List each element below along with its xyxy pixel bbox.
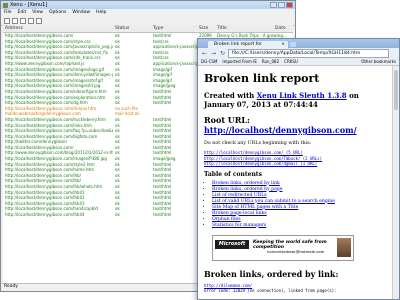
col-title[interactable]: Title (217, 26, 227, 31)
address-bar[interactable]: file:///C:/Users/denny/AppData/Local/Tem… (228, 48, 389, 58)
bookmark-item[interactable]: Imported From IE (222, 58, 256, 65)
check-icon[interactable] (20, 17, 26, 24)
tab-report[interactable]: Broken link report for × (208, 41, 288, 48)
xenu-link[interactable]: Xenu Link Sleuth 1.3.8 (257, 91, 347, 100)
new-tab-button[interactable] (290, 42, 296, 47)
close-button[interactable] (286, 2, 293, 8)
tab-title: Broken link report for (214, 42, 262, 47)
xenu-menubar: File Edit View Options Window Help (1, 9, 295, 16)
advert-logo: Microsoft (215, 239, 249, 249)
report-heading: Broken link report (204, 72, 320, 85)
navigation-bar: ← → ↻ file:///C:/Users/denny/AppData/Loc… (198, 48, 399, 58)
scrollbar-thumb[interactable] (394, 70, 398, 110)
stop-icon[interactable] (36, 17, 42, 24)
toc-heading: Table of contents (204, 170, 262, 178)
row-status: ok (115, 212, 120, 217)
xenu-app-icon (3, 2, 8, 8)
created-line: Created with Xenu Link Sleuth 1.3.8 on J… (204, 91, 387, 109)
broken-link-error: error code: 12029 (no connection), linke… (204, 288, 337, 293)
menu-window[interactable]: Window (72, 10, 90, 15)
col-address[interactable]: Address (5, 26, 23, 31)
xenu-title: Xenu - [Xenu1] (10, 2, 48, 8)
bookmark-item[interactable]: DG-CSM (201, 58, 217, 65)
toc-link[interactable]: List of valid URLs you can submit to a s… (212, 199, 335, 204)
exclusion-item[interactable]: http://localhost/dennygibson.com/dgmail … (204, 161, 387, 167)
advert-email: nomoretutbear@hotmale.com (267, 248, 325, 254)
toc-list: Broken links, ordered by link Broken lin… (212, 181, 387, 229)
root-url-link[interactable]: http://localhost/dennygibson.com/ (204, 125, 357, 135)
exclusion-note: Do not check any URLs beginning with thi… (204, 141, 312, 146)
maximize-button[interactable] (278, 2, 285, 8)
created-prefix: Created with (204, 91, 257, 100)
browser-window: Broken link report for × ← → ↻ file:///C… (197, 38, 400, 300)
forward-icon[interactable]: → (210, 50, 217, 57)
broken-links-heading: Broken links, ordered by link: (204, 268, 339, 279)
col-type[interactable]: Type (153, 26, 163, 31)
xenu-titlebar: Xenu - [Xenu1] (1, 1, 295, 9)
minimize-button[interactable] (270, 2, 277, 8)
save-icon[interactable] (12, 17, 18, 24)
menu-file[interactable]: File (4, 10, 12, 15)
toc-link[interactable]: Broken page-local links (212, 211, 267, 216)
exclusion-list: http://localhost/dennygibson.com/ (5 URL… (204, 150, 387, 167)
toc-link[interactable]: Orphan files (212, 217, 241, 222)
toc-link[interactable]: Site Map of HTML pages with a Title (212, 205, 298, 210)
col-date[interactable]: Date (275, 26, 286, 31)
tab-close-icon[interactable]: × (281, 41, 285, 48)
tab-strip: Broken link report for × (198, 39, 399, 48)
root-prefix: Root URL: (204, 115, 251, 125)
report-page: Broken link report Created with Xenu Lin… (198, 66, 393, 299)
menu-help[interactable]: Help (96, 10, 106, 15)
back-icon[interactable]: ← (201, 50, 208, 57)
col-size[interactable]: Size (199, 26, 208, 31)
pause-icon[interactable] (28, 17, 34, 24)
advert-photo (337, 237, 351, 257)
row-type: text/html (153, 212, 172, 217)
toc-link[interactable]: Statistics for managers (212, 223, 266, 228)
bookmarks-bar: DG-CSM Imported From IE Run_082 CRKSU Ot… (198, 58, 399, 66)
col-status[interactable]: Status (115, 26, 129, 31)
other-bookmarks[interactable]: Other bookmarks (361, 58, 396, 65)
toc-link[interactable]: Broken links, ordered by link (212, 181, 280, 186)
reload-icon[interactable]: ↻ (219, 50, 226, 57)
menu-options[interactable]: Options (49, 10, 66, 15)
menu-view[interactable]: View (32, 10, 43, 15)
root-url-line: Root URL: http://localhost/dennygibson.c… (204, 115, 387, 135)
menu-edit[interactable]: Edit (18, 10, 27, 15)
open-icon[interactable] (4, 17, 10, 24)
toc-link[interactable]: List of redirected URLs (212, 193, 267, 198)
column-header: Address Status Type Size Title Date (3, 25, 293, 33)
advert-banner[interactable]: Microsoft Keeping the world safe from co… (212, 234, 354, 261)
row-address: http://localhost/dennygibson.com/lhbl/4 (5, 212, 85, 217)
broken-link-entry: http://dilomamo.com/ error code: 12029 (… (204, 283, 387, 294)
bookmark-item[interactable]: Run_082 (262, 58, 279, 65)
page-scrollbar[interactable] (392, 66, 399, 299)
bookmark-item[interactable]: CRKSU (284, 58, 298, 65)
toc-link[interactable]: Broken links, ordered by page (212, 187, 283, 192)
